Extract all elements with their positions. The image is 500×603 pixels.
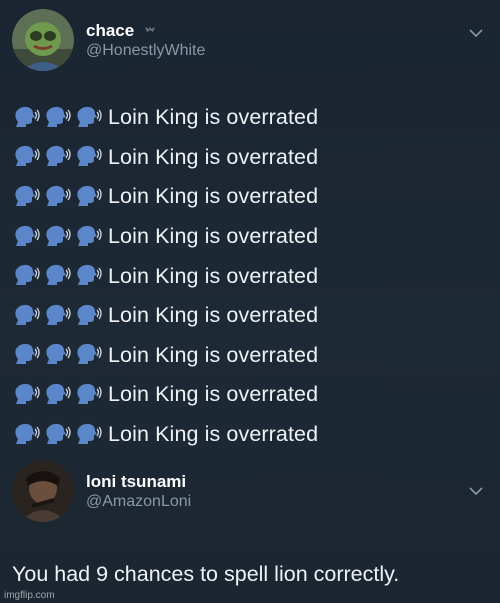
watermark: imgflip.com xyxy=(4,590,55,601)
handle[interactable]: @AmazonLoni xyxy=(86,492,191,512)
tweet-line-text: Loin King is overrated xyxy=(108,105,319,130)
tweet-line: Loin King is overrated xyxy=(12,256,318,296)
tweet-body: Loin King is overrated Loin King is overr… xyxy=(12,98,318,454)
tweet-line-text: Loin King is overrated xyxy=(108,342,319,367)
speaking-head-icon xyxy=(77,185,102,206)
tweet-line-text: Loin King is overrated xyxy=(108,184,319,209)
speaking-head-icon xyxy=(15,344,40,365)
speaking-head-icon xyxy=(15,185,40,206)
speaking-head-icon xyxy=(77,304,102,325)
speaking-head-icon xyxy=(77,146,102,167)
emoji-group xyxy=(12,342,108,368)
speaking-head-icon xyxy=(15,225,40,246)
emoji-group xyxy=(12,224,108,250)
emoji-group xyxy=(12,144,108,170)
speaking-head-icon xyxy=(46,344,71,365)
speaking-head-icon xyxy=(77,106,102,127)
reply-text: You had 9 chances to spell lion correctl… xyxy=(12,562,400,586)
emoji-group xyxy=(12,184,108,210)
tweet-line-text: Loin King is overrated xyxy=(108,422,319,447)
user-names: loni tsunami @AmazonLoni xyxy=(86,471,191,512)
speaking-head-icon xyxy=(15,146,40,167)
speaking-head-icon xyxy=(77,225,102,246)
emoji-group xyxy=(12,422,108,448)
display-name-row: chace xyxy=(86,20,205,41)
tweet-header-loni: loni tsunami @AmazonLoni xyxy=(12,460,191,522)
emoji-group xyxy=(12,263,108,289)
tweet-line-text: Loin King is overrated xyxy=(108,303,319,328)
chevron-down-icon[interactable] xyxy=(468,486,484,496)
speaking-head-icon xyxy=(77,344,102,365)
speaking-head-icon xyxy=(46,423,71,444)
tweet-line-text: Loin King is overrated xyxy=(108,382,319,407)
speaking-head-icon xyxy=(46,383,71,404)
tweet-line: Loin King is overrated xyxy=(12,177,318,217)
speaking-head-icon xyxy=(77,423,102,444)
tweet-line: Loin King is overrated xyxy=(12,336,318,376)
speaking-head-icon xyxy=(15,265,40,286)
emoji-group xyxy=(12,303,108,329)
avatar[interactable] xyxy=(12,460,74,522)
tweet-line: Loin King is overrated xyxy=(12,217,318,257)
bat-emoji-icon xyxy=(145,26,156,32)
display-name-row: loni tsunami xyxy=(86,471,191,492)
speaking-head-icon xyxy=(46,265,71,286)
speaking-head-icon xyxy=(46,225,71,246)
speaking-head-icon xyxy=(15,304,40,325)
display-name[interactable]: chace xyxy=(86,20,134,41)
speaking-head-icon xyxy=(77,383,102,404)
speaking-head-icon xyxy=(15,106,40,127)
speaking-head-icon xyxy=(46,304,71,325)
tweet-line: Loin King is overrated xyxy=(12,375,318,415)
speaking-head-icon xyxy=(15,423,40,444)
speaking-head-icon xyxy=(46,146,71,167)
speaking-head-icon xyxy=(15,383,40,404)
screenshot: chace @HonestlyWhite Loin King is overra… xyxy=(0,0,500,603)
tweet-header-chace: chace @HonestlyWhite xyxy=(12,9,205,71)
speaking-head-icon xyxy=(77,265,102,286)
tweet-line: Loin King is overrated xyxy=(12,296,318,336)
speaking-head-icon xyxy=(46,185,71,206)
avatar[interactable] xyxy=(12,9,74,71)
tweet-line: Loin King is overrated xyxy=(12,415,318,455)
tweet-line-text: Loin King is overrated xyxy=(108,144,319,169)
tweet-line: Loin King is overrated xyxy=(12,138,318,178)
emoji-group xyxy=(12,382,108,408)
display-name[interactable]: loni tsunami xyxy=(86,471,186,492)
handle[interactable]: @HonestlyWhite xyxy=(86,41,205,61)
emoji-group xyxy=(12,105,108,131)
tweet-line-text: Loin King is overrated xyxy=(108,263,319,288)
chevron-down-icon[interactable] xyxy=(468,28,484,38)
user-names: chace @HonestlyWhite xyxy=(86,20,205,61)
tweet-line: Loin King is overrated xyxy=(12,98,318,138)
speaking-head-icon xyxy=(46,106,71,127)
tweet-line-text: Loin King is overrated xyxy=(108,224,319,249)
